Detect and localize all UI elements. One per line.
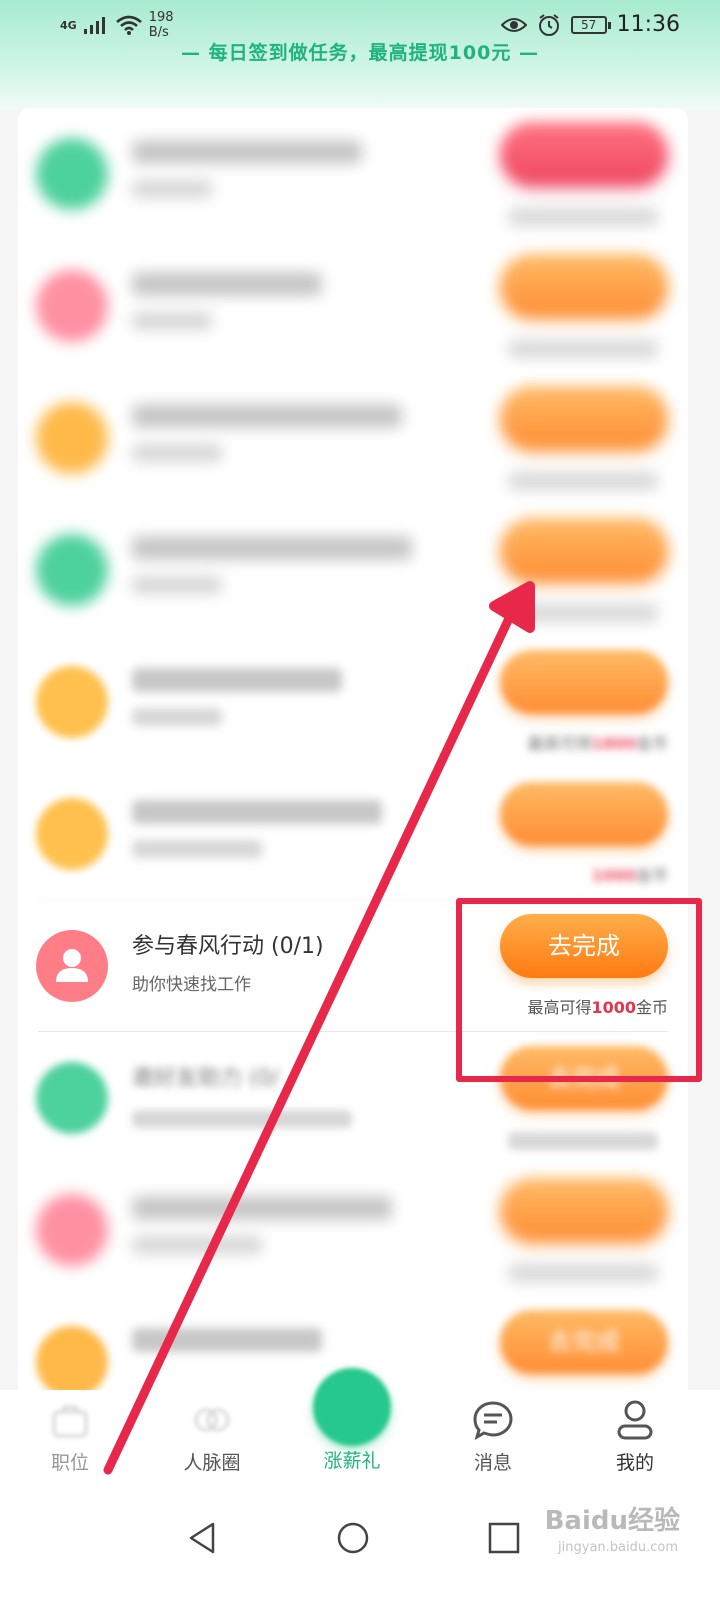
task-title: 参与春风行动 (0/1) (132, 934, 324, 959)
back-icon[interactable] (185, 1520, 221, 1556)
orange-task-icon (36, 798, 108, 870)
reward-placeholder (508, 1132, 658, 1150)
task-row[interactable] (18, 240, 688, 372)
task-action-button[interactable] (500, 650, 668, 714)
task-reward: 1000金币 (591, 866, 668, 885)
task-action-button[interactable] (500, 386, 668, 450)
task-row[interactable] (18, 1164, 688, 1296)
pink-task-icon (36, 270, 108, 342)
task-action-button[interactable] (500, 518, 668, 582)
task-title: 邀好友助力 (0/ (132, 1066, 279, 1091)
tab-messages[interactable]: 消息 (433, 1398, 553, 1475)
reward-placeholder (508, 472, 658, 490)
message-icon (473, 1401, 513, 1441)
orange-task-icon (36, 1326, 108, 1398)
task-title-placeholder (132, 272, 322, 296)
tab-me[interactable]: 我的 (575, 1398, 695, 1475)
daily-signin-banner[interactable]: — 每日签到做任务，最高提现100元 — (0, 38, 720, 65)
reward-placeholder (508, 604, 658, 622)
person-icon (36, 930, 108, 1002)
task-subtitle-placeholder (132, 180, 212, 198)
task-subtitle-placeholder (132, 312, 212, 330)
orange-task-icon (36, 402, 108, 474)
highlight-frame (456, 898, 702, 1082)
baidu-watermark: Baidu经验 (544, 1506, 680, 1536)
task-row[interactable]: 1000金币 (18, 768, 688, 900)
thumbs-up-icon (36, 1062, 108, 1134)
task-action-button[interactable] (500, 782, 668, 846)
home-icon[interactable] (335, 1520, 371, 1556)
clock: 11:36 (616, 12, 680, 37)
task-action-button[interactable] (500, 122, 668, 186)
task-title-placeholder (132, 140, 362, 164)
gift-icon[interactable] (313, 1368, 391, 1446)
task-subtitle-placeholder (132, 1110, 352, 1128)
task-action-button[interactable] (500, 1178, 668, 1242)
battery-icon: 57 (570, 15, 611, 34)
tab-salary-gift[interactable]: 涨薪礼 (292, 1446, 412, 1473)
task-subtitle-placeholder (132, 840, 262, 858)
task-subtitle-placeholder (132, 444, 222, 462)
orange-task-icon (36, 666, 108, 738)
task-title-placeholder (132, 1196, 392, 1220)
task-title-placeholder (132, 800, 382, 824)
task-list-card: 最高可得1800金币 1000金币 参与春风行动 (0/1) 助你快速找工作 去… (18, 108, 688, 1398)
task-reward: 最高可得1800金币 (527, 734, 668, 753)
task-title-placeholder (132, 1328, 322, 1352)
green-task-icon (36, 138, 108, 210)
network-speed: 198 B/s (148, 10, 174, 40)
task-title-placeholder (132, 536, 412, 560)
alarm-icon (538, 13, 559, 36)
pink-task-icon (36, 1194, 108, 1266)
task-title-placeholder (132, 668, 342, 692)
wifi-icon (115, 15, 142, 35)
task-action-button[interactable]: 去完成 (500, 1310, 668, 1374)
task-subtitle-placeholder (132, 576, 222, 594)
task-subtitle-placeholder (132, 708, 222, 726)
task-row[interactable] (18, 108, 688, 240)
briefcase-icon (52, 1405, 88, 1438)
eye-icon (500, 17, 527, 32)
bottom-tab-bar: 职位 人脉圈 涨薪礼 消息 我的 (0, 1368, 720, 1490)
task-row[interactable]: 最高可得1800金币 (18, 636, 688, 768)
reward-placeholder (508, 1264, 658, 1282)
green-task-icon (36, 534, 108, 606)
task-title-placeholder (132, 404, 402, 428)
tab-jobs[interactable]: 职位 (10, 1398, 130, 1475)
task-subtitle: 助你快速找工作 (132, 975, 251, 995)
task-row[interactable] (18, 372, 688, 504)
task-action-button[interactable] (500, 254, 668, 318)
reward-placeholder (508, 340, 658, 358)
profile-icon (617, 1400, 653, 1440)
signal-icon (83, 17, 105, 34)
circles-icon (194, 1408, 230, 1432)
task-row[interactable] (18, 504, 688, 636)
tab-network[interactable]: 人脉圈 (152, 1398, 272, 1475)
recents-icon[interactable] (486, 1520, 522, 1556)
network-label: 4G (60, 18, 77, 32)
baidu-watermark-url: jingyan.baidu.com (558, 1540, 678, 1555)
task-subtitle-placeholder (132, 1236, 262, 1254)
reward-placeholder (508, 208, 658, 226)
